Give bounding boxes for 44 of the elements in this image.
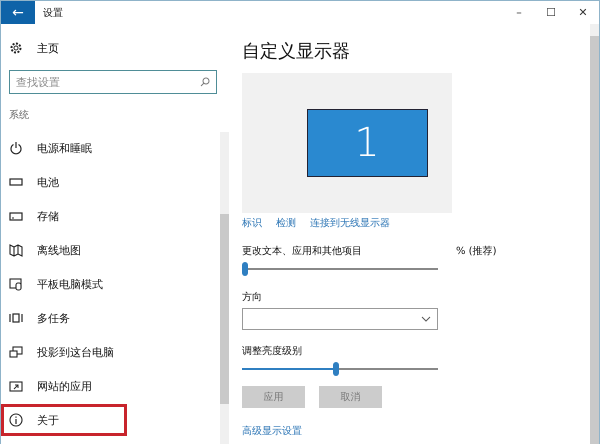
window-title: 设置 (43, 6, 64, 20)
orientation-label: 方向 (242, 290, 263, 304)
maximize-button[interactable]: ☐ (535, 1, 567, 24)
nav-item[interactable]: 投影到这台电脑 (1, 336, 111, 368)
nav-item[interactable]: 电池 (1, 166, 111, 198)
slider-thumb[interactable] (333, 362, 340, 376)
settings-icon (9, 41, 23, 55)
scrollbar[interactable] (590, 24, 599, 444)
nav-item[interactable]: 电源和睡眠 (1, 132, 111, 164)
nav-item[interactable]: 存储 (1, 200, 111, 232)
link[interactable]: 检测 (276, 216, 296, 230)
home-nav-item[interactable]: 主页 (37, 40, 59, 56)
nav-item[interactable]: 多任务 (1, 302, 111, 334)
search-icon (200, 77, 210, 87)
map-icon (9, 243, 23, 257)
chevron-icon (421, 316, 431, 322)
nav-item[interactable]: 网站的应用 (1, 370, 111, 402)
link[interactable]: 连接到无线显示器 (310, 216, 390, 230)
close-button[interactable]: ✕ (567, 1, 599, 24)
brightness-label: 调整亮度级别 (242, 344, 303, 358)
scale-label-tail: % (推荐) (456, 244, 496, 258)
search-field[interactable]: 查找设置 (9, 70, 217, 94)
advanced-settings-link[interactable]: 高级显示设置 (242, 424, 590, 438)
monitor-tile[interactable]: 1 (306, 109, 428, 177)
apps-icon (9, 379, 23, 393)
page-heading: 自定义显示器 (242, 40, 351, 63)
scrollbar[interactable] (220, 132, 229, 444)
section-heading: 系统 (8, 108, 30, 123)
multitask-icon (9, 311, 23, 325)
project-icon (9, 345, 23, 359)
orientation-dropdown[interactable] (242, 308, 438, 330)
minimize-button[interactable]: – (503, 1, 535, 24)
back-button[interactable]: ← (1, 1, 35, 24)
slider-thumb[interactable] (242, 262, 248, 276)
link[interactable]: 标识 (242, 216, 262, 230)
power-icon (9, 141, 23, 155)
about-icon (9, 413, 23, 427)
brightness-slider[interactable] (242, 362, 438, 376)
scale-slider[interactable] (242, 262, 438, 276)
tablet-icon (9, 277, 23, 291)
scale-label: 更改文本、应用和其他项目 (242, 244, 362, 258)
highlighted-nav-item[interactable]: 关于 (1, 404, 127, 436)
nav-item[interactable]: 平板电脑模式 (1, 268, 111, 300)
nav-item[interactable]: 离线地图 (1, 234, 111, 266)
